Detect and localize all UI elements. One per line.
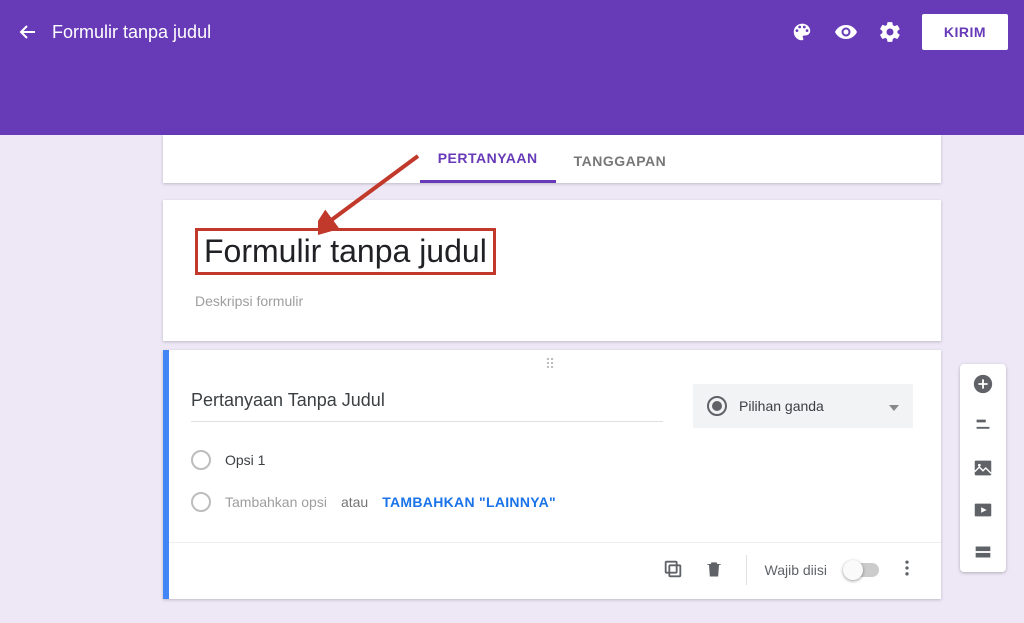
required-label: Wajib diisi [765, 562, 828, 578]
chevron-down-icon [889, 398, 899, 414]
more-vert-icon[interactable] [897, 558, 921, 582]
document-title[interactable]: Formulir tanpa judul [52, 22, 211, 43]
divider [746, 555, 747, 585]
add-option-button[interactable]: Tambahkan opsi [225, 494, 327, 510]
drag-handle-icon[interactable]: ⠿ [163, 350, 941, 374]
send-button[interactable]: KIRIM [922, 14, 1008, 50]
radio-icon [191, 492, 211, 512]
question-type-label: Pilihan ganda [739, 398, 824, 414]
add-option-row: Tambahkan opsi atau TAMBAHKAN "LAINNYA" [191, 492, 913, 512]
tab-questions[interactable]: PERTANYAAN [420, 136, 556, 183]
radio-icon [191, 450, 211, 470]
palette-icon[interactable] [790, 20, 814, 44]
side-toolbar [960, 364, 1006, 572]
option-input[interactable]: Opsi 1 [225, 452, 265, 468]
preview-eye-icon[interactable] [834, 20, 858, 44]
add-title-icon[interactable] [971, 414, 995, 438]
add-section-icon[interactable] [971, 540, 995, 564]
duplicate-icon[interactable] [662, 558, 686, 582]
question-type-dropdown[interactable]: Pilihan ganda [693, 384, 913, 428]
form-tabs: PERTANYAAN TANGGAPAN [163, 135, 941, 183]
add-image-icon[interactable] [971, 456, 995, 480]
annotation-highlight-box: Formulir tanpa judul [195, 228, 496, 275]
question-title-input[interactable]: Pertanyaan Tanpa Judul [191, 384, 663, 422]
tab-responses[interactable]: TANGGAPAN [556, 139, 685, 183]
back-arrow-icon[interactable] [16, 20, 40, 44]
radio-icon [707, 396, 727, 416]
required-toggle[interactable] [845, 563, 879, 577]
add-question-icon[interactable] [971, 372, 995, 396]
form-title-input[interactable]: Formulir tanpa judul [198, 231, 493, 272]
active-card-indicator [163, 350, 169, 599]
delete-icon[interactable] [704, 558, 728, 582]
add-video-icon[interactable] [971, 498, 995, 522]
or-label: atau [341, 494, 368, 510]
option-row: Opsi 1 [191, 450, 913, 470]
settings-gear-icon[interactable] [878, 20, 902, 44]
form-header-card: Formulir tanpa judul Deskripsi formulir [163, 200, 941, 341]
app-header: Formulir tanpa judul KIRIM [0, 0, 1024, 135]
question-footer: Wajib diisi [163, 542, 941, 599]
form-description-input[interactable]: Deskripsi formulir [195, 293, 909, 309]
question-card: ⠿ Pertanyaan Tanpa Judul Pilihan ganda O… [163, 350, 941, 599]
add-other-button[interactable]: TAMBAHKAN "LAINNYA" [382, 494, 556, 510]
